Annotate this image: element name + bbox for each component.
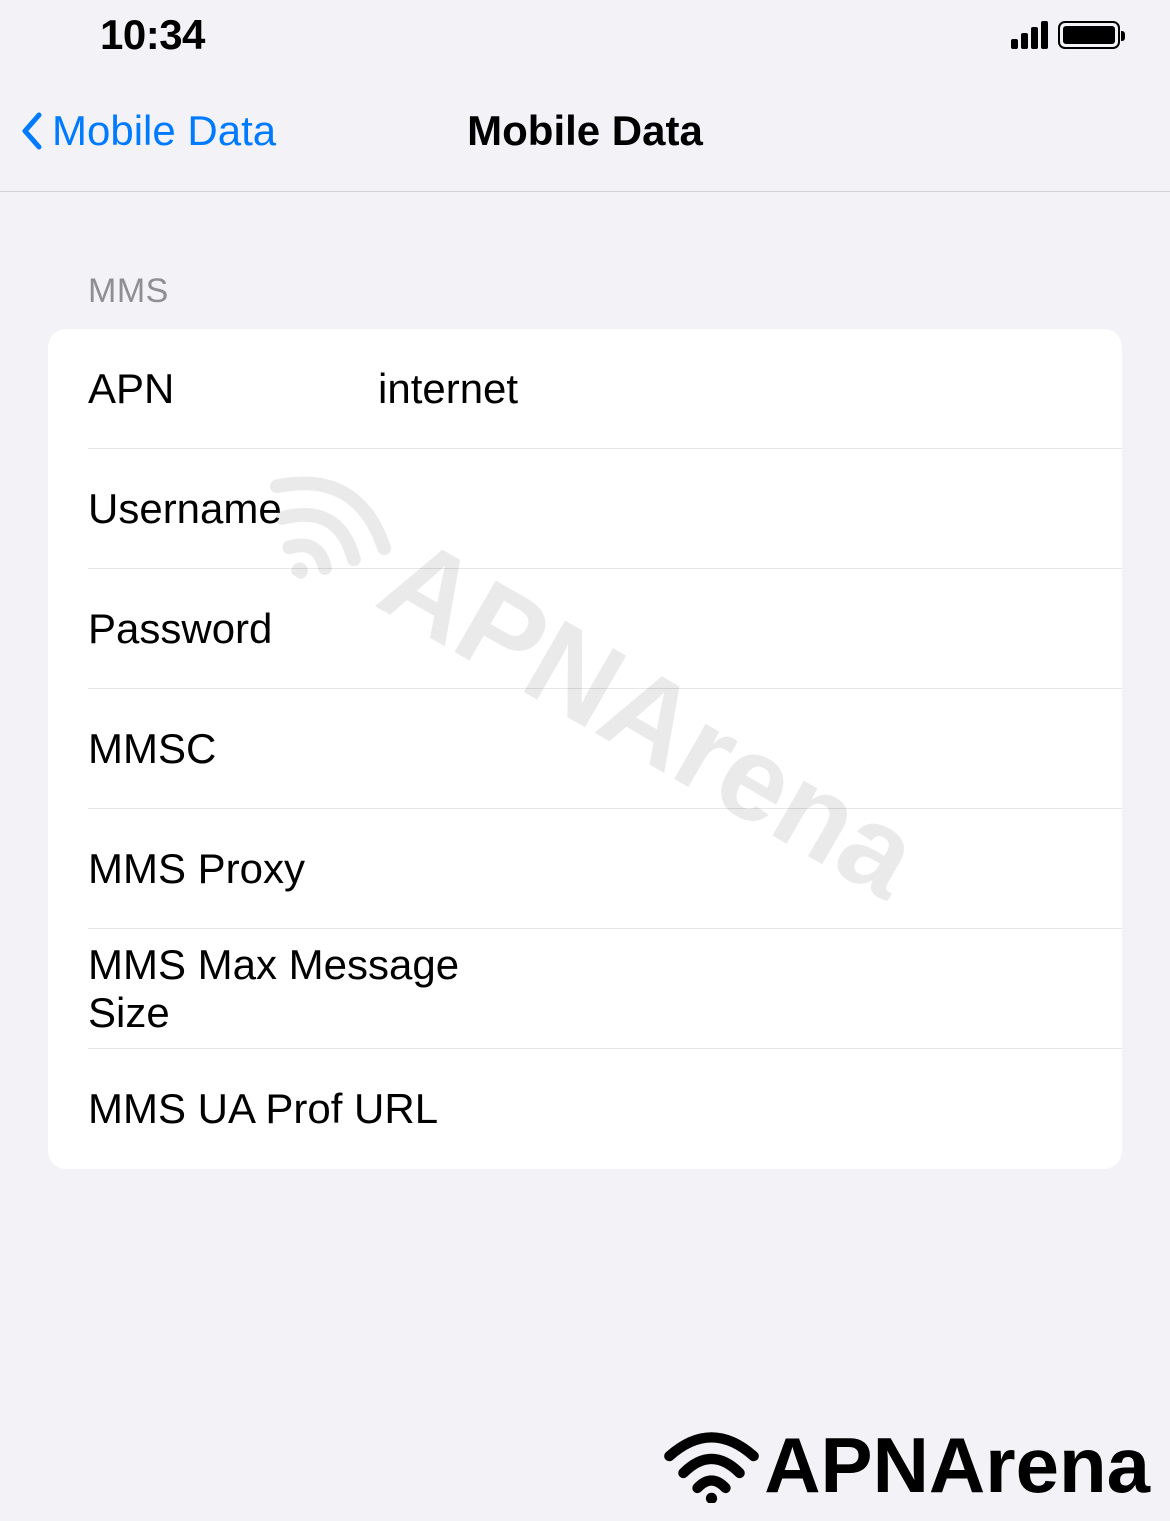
username-row[interactable]: Username [48,449,1122,569]
mms-settings-group: APN Username Password MMSC MMS Proxy MMS… [48,329,1122,1169]
cellular-signal-icon [1011,21,1048,49]
password-label: Password [88,605,378,653]
section-header-mms: MMS [48,192,1122,329]
battery-icon [1058,21,1120,49]
username-label: Username [88,485,378,533]
mmsc-row[interactable]: MMSC [48,689,1122,809]
footer-logo: APNArena [664,1420,1150,1511]
footer-brand-text: APNArena [764,1420,1150,1511]
mms-ua-prof-input[interactable] [541,1085,1082,1133]
wifi-icon [664,1428,759,1503]
apn-label: APN [88,365,378,413]
username-input[interactable] [378,485,1082,533]
back-label: Mobile Data [52,107,276,155]
mms-max-size-input[interactable] [541,965,1082,1013]
apn-row[interactable]: APN [48,329,1122,449]
mms-proxy-label: MMS Proxy [88,845,378,893]
password-input[interactable] [378,605,1082,653]
chevron-back-icon [20,112,42,150]
mms-max-size-label: MMS Max Message Size [88,941,541,1037]
status-time: 10:34 [100,11,205,59]
password-row[interactable]: Password [48,569,1122,689]
mms-ua-prof-label: MMS UA Prof URL [88,1085,541,1133]
navigation-bar: Mobile Data Mobile Data [0,70,1170,192]
status-indicators [1011,21,1120,49]
mmsc-label: MMSC [88,725,378,773]
mms-max-size-row[interactable]: MMS Max Message Size [48,929,1122,1049]
page-title: Mobile Data [467,107,703,155]
mms-proxy-input[interactable] [378,845,1082,893]
mms-proxy-row[interactable]: MMS Proxy [48,809,1122,929]
status-bar: 10:34 [0,0,1170,70]
content-area: MMS APN Username Password MMSC MMS Proxy… [0,192,1170,1169]
apn-input[interactable] [378,365,1082,413]
mms-ua-prof-row[interactable]: MMS UA Prof URL [48,1049,1122,1169]
mmsc-input[interactable] [378,725,1082,773]
back-button[interactable]: Mobile Data [0,107,276,155]
